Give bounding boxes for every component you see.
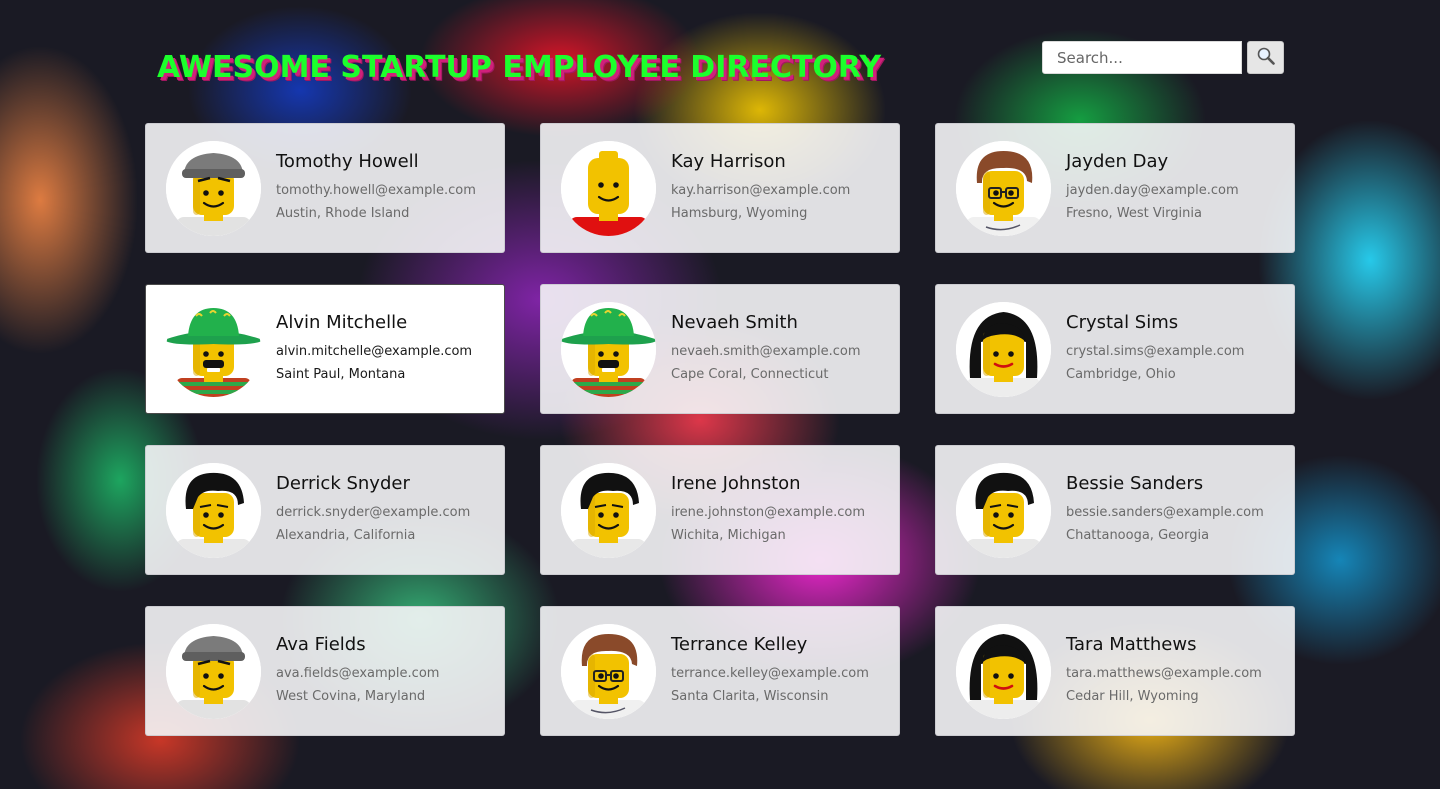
employee-card[interactable]: Kay Harrison kay.harrison@example.com Hams… — [540, 123, 900, 253]
employee-card[interactable]: Derrick Snyder derrick.snyder@example.com… — [145, 445, 505, 575]
page-header: AWESOME STARTUP EMPLOYEE DIRECTORY — [0, 0, 1440, 110]
employee-name: Bessie Sanders — [1066, 473, 1204, 494]
lego-long-black-hair-icon — [956, 301, 1051, 397]
employee-email: terrance.kelley@example.com — [671, 666, 869, 681]
lego-sombrero-mustache-icon — [166, 301, 261, 397]
employee-info: Tara Matthews tara.matthews@example.com Ce… — [1066, 634, 1262, 708]
employee-location: Saint Paul, Montana — [276, 367, 406, 382]
employee-info: Ava Fields ava.fields@example.com West Cov… — [276, 634, 439, 708]
employee-location: Cape Coral, Connecticut — [671, 367, 829, 382]
employee-email: tomothy.howell@example.com — [276, 183, 476, 198]
employee-email: derrick.snyder@example.com — [276, 505, 471, 520]
employee-card[interactable]: Jayden Day jayden.day@example.com Fresno, … — [935, 123, 1295, 253]
lego-black-hair-icon — [561, 462, 656, 558]
lego-bald-red-shirt-icon — [561, 140, 656, 236]
employee-email: tara.matthews@example.com — [1066, 666, 1262, 681]
search-button[interactable] — [1247, 41, 1284, 74]
employee-card[interactable]: Irene Johnston irene.johnston@example.com… — [540, 445, 900, 575]
employee-info: Derrick Snyder derrick.snyder@example.com… — [276, 473, 470, 547]
employee-email: crystal.sims@example.com — [1066, 344, 1245, 359]
employee-name: Crystal Sims — [1066, 312, 1179, 333]
employee-card[interactable]: Bessie Sanders bessie.sanders@example.com… — [935, 445, 1295, 575]
employee-info: Crystal Sims crystal.sims@example.com Camb… — [1066, 312, 1244, 386]
employee-info: Nevaeh Smith nevaeh.smith@example.com Cape… — [671, 312, 861, 386]
employee-email: nevaeh.smith@example.com — [671, 344, 861, 359]
employee-card[interactable]: Nevaeh Smith nevaeh.smith@example.com Cape… — [540, 284, 900, 414]
employee-name: Terrance Kelley — [671, 634, 808, 655]
lego-brown-hair-glasses-icon — [956, 140, 1051, 236]
lego-brown-hair-glasses-icon — [561, 623, 656, 719]
employee-info: Terrance Kelley terrance.kelley@example.c… — [671, 634, 869, 708]
page-title: AWESOME STARTUP EMPLOYEE DIRECTORY — [157, 50, 882, 85]
employee-name: Irene Johnston — [671, 473, 801, 494]
employee-location: Austin, Rhode Island — [276, 206, 410, 221]
employee-location: West Covina, Maryland — [276, 689, 426, 704]
lego-black-hair-icon — [166, 462, 261, 558]
employee-location: Cambridge, Ohio — [1066, 367, 1176, 382]
employee-info: Kay Harrison kay.harrison@example.com Hams… — [671, 151, 850, 225]
employee-location: Wichita, Michigan — [671, 528, 786, 543]
employee-info: Bessie Sanders bessie.sanders@example.com… — [1066, 473, 1264, 547]
employee-gallery: Tomothy Howell tomothy.howell@example.com… — [145, 123, 1295, 736]
employee-info: Jayden Day jayden.day@example.com Fresno, … — [1066, 151, 1239, 225]
employee-email: irene.johnston@example.com — [671, 505, 865, 520]
employee-card[interactable]: Crystal Sims crystal.sims@example.com Camb… — [935, 284, 1295, 414]
employee-location: Alexandria, California — [276, 528, 416, 543]
employee-location: Santa Clarita, Wisconsin — [671, 689, 829, 704]
employee-name: Tomothy Howell — [276, 151, 419, 172]
employee-info: Irene Johnston irene.johnston@example.com… — [671, 473, 865, 547]
employee-card[interactable]: Alvin Mitchelle alvin.mitchelle@example.c… — [145, 284, 505, 414]
lego-sombrero-mustache-icon — [561, 301, 656, 397]
lego-black-hair-icon — [956, 462, 1051, 558]
employee-name: Tara Matthews — [1066, 634, 1197, 655]
employee-card[interactable]: Tomothy Howell tomothy.howell@example.com… — [145, 123, 505, 253]
employee-location: Fresno, West Virginia — [1066, 206, 1202, 221]
employee-card[interactable]: Ava Fields ava.fields@example.com West Cov… — [145, 606, 505, 736]
employee-email: ava.fields@example.com — [276, 666, 440, 681]
employee-email: alvin.mitchelle@example.com — [276, 344, 473, 359]
employee-name: Kay Harrison — [671, 151, 786, 172]
employee-name: Nevaeh Smith — [671, 312, 798, 333]
employee-name: Ava Fields — [276, 634, 366, 655]
employee-name: Alvin Mitchelle — [276, 312, 408, 333]
lego-gray-cap-icon — [166, 140, 261, 236]
employee-info: Tomothy Howell tomothy.howell@example.com… — [276, 151, 476, 225]
employee-location: Hamsburg, Wyoming — [671, 206, 808, 221]
lego-long-black-hair-icon — [956, 623, 1051, 719]
employee-location: Chattanooga, Georgia — [1066, 528, 1210, 543]
employee-email: kay.harrison@example.com — [671, 183, 851, 198]
employee-card[interactable]: Tara Matthews tara.matthews@example.com Ce… — [935, 606, 1295, 736]
magnifying-glass-icon — [1256, 46, 1276, 69]
employee-name: Derrick Snyder — [276, 473, 410, 494]
employee-name: Jayden Day — [1066, 151, 1169, 172]
lego-gray-cap-icon — [166, 623, 261, 719]
search-input[interactable] — [1042, 41, 1242, 74]
employee-info: Alvin Mitchelle alvin.mitchelle@example.c… — [276, 312, 472, 386]
employee-location: Cedar Hill, Wyoming — [1066, 689, 1199, 704]
search-form — [1042, 41, 1284, 74]
employee-email: bessie.sanders@example.com — [1066, 505, 1264, 520]
employee-email: jayden.day@example.com — [1066, 183, 1239, 198]
employee-card[interactable]: Terrance Kelley terrance.kelley@example.c… — [540, 606, 900, 736]
